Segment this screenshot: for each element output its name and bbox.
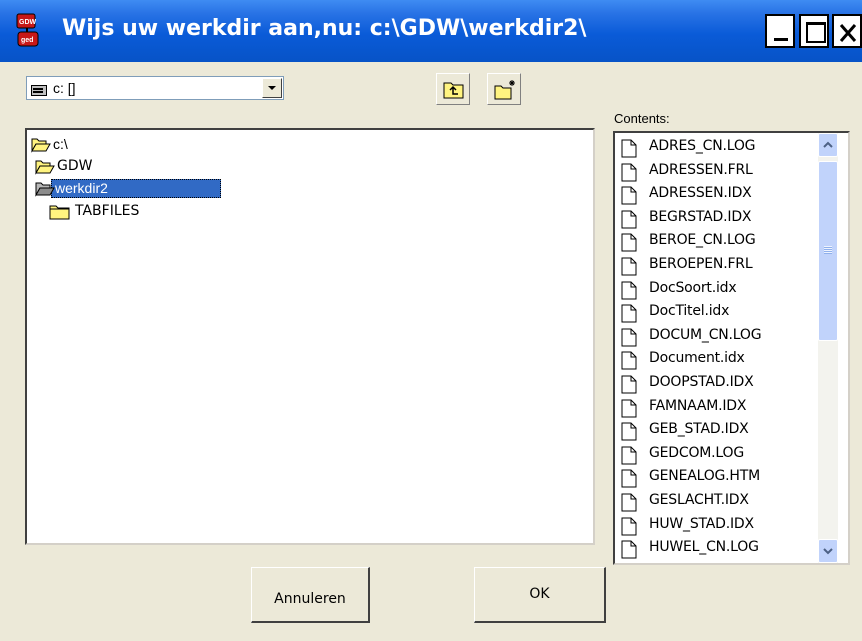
chevron-up-icon	[823, 141, 833, 148]
file-name: BEGRSTAD.IDX	[649, 208, 752, 225]
file-icon	[621, 375, 637, 394]
file-icon	[621, 399, 637, 418]
open-folder-icon	[35, 182, 55, 197]
contents-scrollbar[interactable]	[818, 133, 838, 563]
file-name: HUWEL_CN.LOG	[649, 539, 759, 556]
folder-icon	[49, 205, 70, 220]
file-name: DOCUM_CN.LOG	[649, 326, 762, 343]
drive-select-value: c: []	[53, 80, 76, 96]
scroll-down-button[interactable]	[818, 539, 838, 563]
file-name: Document.idx	[649, 350, 745, 367]
close-icon	[839, 24, 857, 42]
file-icon	[621, 281, 637, 300]
file-name: DocSoort.idx	[649, 279, 737, 296]
file-icon	[621, 469, 637, 488]
file-icon	[621, 446, 637, 465]
dialog-window: GDW ged Wijs uw werkdir aan,nu: c:\GDW\w…	[0, 0, 862, 641]
close-button[interactable]	[832, 14, 862, 48]
file-icon	[621, 304, 637, 323]
file-icon	[621, 540, 637, 559]
cancel-button-label: Annuleren	[274, 591, 346, 607]
open-folder-icon	[35, 160, 55, 175]
title-bar[interactable]: GDW ged Wijs uw werkdir aan,nu: c:\GDW\w…	[0, 0, 862, 62]
svg-text:ged: ged	[21, 37, 33, 44]
new-folder-icon	[494, 80, 515, 100]
file-icon	[621, 210, 637, 229]
new-folder-button[interactable]	[487, 73, 521, 105]
chevron-down-icon	[823, 548, 833, 555]
file-icon	[621, 517, 637, 536]
file-name: ADRESSEN.IDX	[649, 185, 752, 202]
file-name: HUW_STAD.IDX	[649, 515, 754, 532]
file-icon	[621, 422, 637, 441]
window-title: Wijs uw werkdir aan,nu: c:\GDW\werkdir2\	[62, 16, 587, 41]
file-icon	[621, 493, 637, 512]
file-name: FAMNAAM.IDX	[649, 397, 747, 414]
file-name: GEB_STAD.IDX	[649, 421, 749, 438]
ok-button[interactable]: OK	[474, 567, 606, 623]
hard-drive-icon	[31, 83, 47, 96]
file-icon	[621, 257, 637, 276]
minimize-button[interactable]	[765, 14, 795, 48]
file-icon	[621, 163, 637, 182]
contents-list[interactable]: ADRES_CN.LOG ADRESSEN.FRL ADRESSEN.IDX BEGR…	[613, 131, 850, 565]
file-icon	[621, 139, 637, 158]
file-icon	[621, 186, 637, 205]
tree-item-label: werkdir2	[55, 180, 108, 196]
up-folder-icon	[443, 82, 464, 99]
file-name: ADRESSEN.FRL	[649, 161, 753, 178]
tree-item-label: GDW	[57, 158, 93, 174]
file-name: ADRES_CN.LOG	[649, 138, 756, 154]
file-name: GENEALOG.HTM	[649, 468, 760, 485]
svg-text:GDW: GDW	[19, 19, 37, 26]
chevron-down-icon[interactable]	[262, 78, 282, 98]
file-icon	[621, 328, 637, 347]
up-folder-button[interactable]	[436, 73, 470, 105]
file-name: GEDCOM.LOG	[649, 444, 744, 461]
file-name: GESLACHT.IDX	[649, 492, 749, 508]
file-name: DOOPSTAD.IDX	[649, 374, 754, 390]
tree-item-label: TABFILES	[75, 203, 140, 219]
cancel-button[interactable]: Annuleren	[251, 567, 370, 623]
file-name: BEROEPEN.FRL	[649, 256, 753, 272]
tree-item-werkdir2[interactable]: werkdir2	[31, 179, 221, 199]
contents-label: Contents:	[614, 111, 670, 126]
maximize-button[interactable]	[799, 14, 829, 48]
file-icon	[621, 351, 637, 370]
file-name: BEROE_CN.LOG	[649, 232, 756, 249]
scroll-thumb[interactable]	[818, 161, 838, 341]
scroll-up-button[interactable]	[818, 133, 838, 157]
app-icon: GDW ged	[14, 12, 48, 48]
ok-button-label: OK	[529, 586, 550, 602]
directory-tree[interactable]: c:\ GDW werkdir2 TABFILES	[25, 128, 595, 545]
tree-item-label: c:\	[53, 136, 68, 152]
drive-select[interactable]: c: []	[26, 76, 284, 100]
file-name: DocTitel.idx	[649, 303, 730, 320]
open-folder-icon	[31, 138, 51, 153]
file-icon	[621, 233, 637, 252]
